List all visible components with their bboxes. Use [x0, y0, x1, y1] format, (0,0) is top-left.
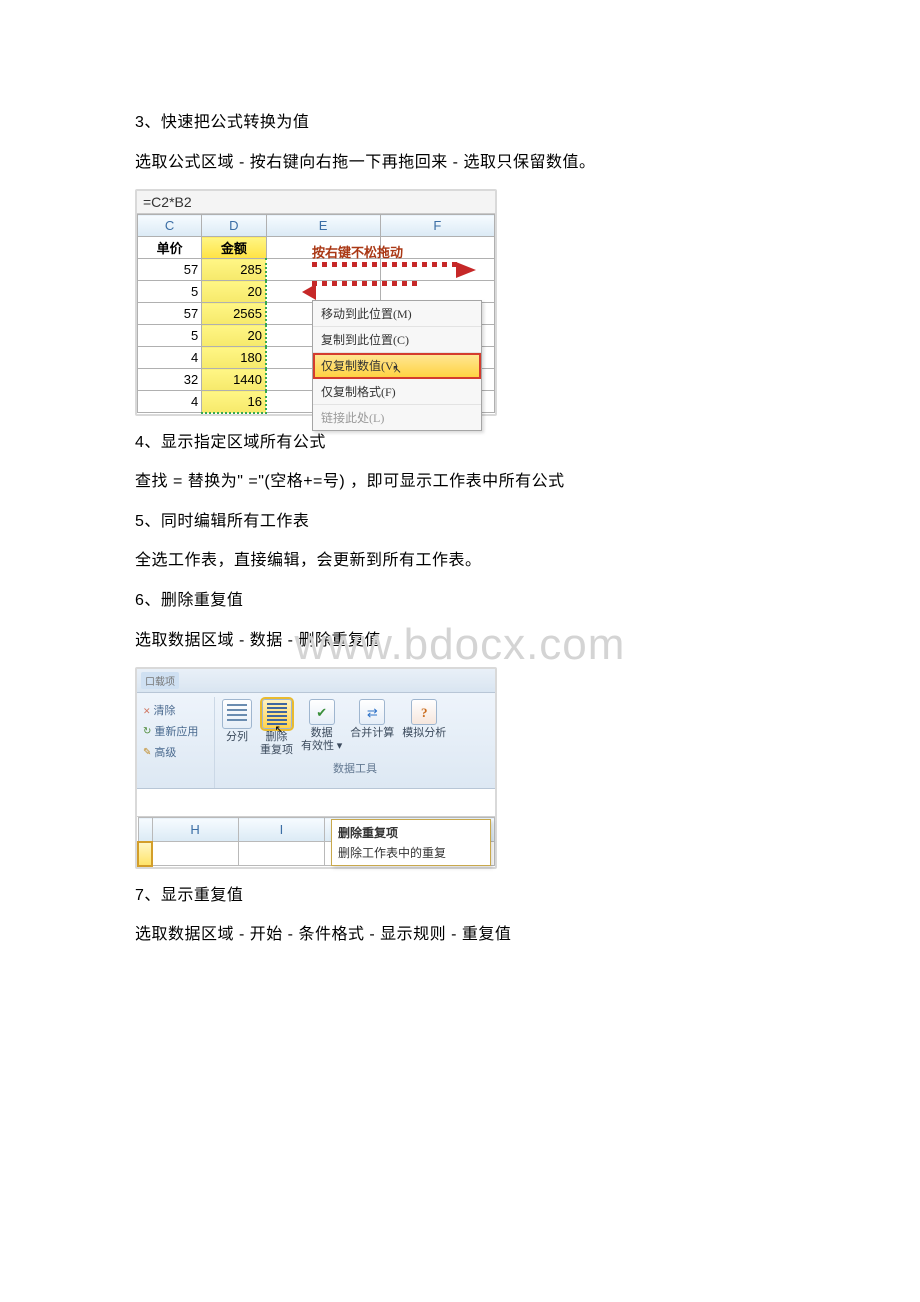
what-if-button[interactable]: 模拟分析: [401, 699, 447, 740]
para-5-body: 全选工作表，直接编辑，会更新到所有工作表。: [135, 548, 785, 574]
menu-copy-format-only[interactable]: 仅复制格式(F): [313, 379, 481, 405]
filter-links: 清除 重新应用 高级: [137, 697, 215, 788]
selected-cell[interactable]: [138, 842, 152, 866]
col-h-header: H: [152, 818, 238, 842]
cursor-icon: ↖: [392, 362, 402, 377]
blank-bar: [137, 789, 495, 817]
remove-duplicates-button[interactable]: ↖ 删除 重复项: [259, 699, 294, 757]
consolidate-button[interactable]: 合并计算: [349, 699, 395, 740]
remove-duplicates-tooltip: 删除重复项 删除工作表中的重复: [331, 819, 491, 866]
para-4-body: 查找 = 替换为" ="(空格+=号) ，即可显示工作表中所有公式: [135, 469, 785, 495]
col-e-header: E: [266, 215, 380, 237]
para-5-title: 5、同时编辑所有工作表: [135, 509, 785, 535]
para-3-body: 选取公式区域 - 按右键向右拖一下再拖回来 - 选取只保留数值。: [135, 150, 785, 176]
col-i-header: I: [238, 818, 324, 842]
para-7-title: 7、显示重复值: [135, 883, 785, 909]
col-letter-row: C D E F: [138, 215, 495, 237]
figure-excel-drag: =C2*B2 C D E F 单价 金额 57285 520 572565 52: [135, 189, 497, 416]
filter-clear[interactable]: 清除: [143, 701, 208, 721]
filter-advanced[interactable]: 高级: [143, 742, 208, 763]
para-6-title: 6、删除重复值: [135, 588, 785, 614]
consolidate-icon: [359, 699, 385, 725]
what-if-icon: [411, 699, 437, 725]
cursor-icon: ↖: [275, 724, 284, 737]
menu-copy-here[interactable]: 复制到此位置(C): [313, 327, 481, 353]
ribbon-tab-strip: 口载项: [137, 669, 495, 693]
context-menu: 移动到此位置(M) 复制到此位置(C) 仅复制数值(V) ↖ 仅复制格式(F) …: [312, 300, 482, 431]
data-validation-button[interactable]: 数据 有效性 ▾: [300, 699, 343, 753]
reapply-icon: [143, 721, 151, 742]
text-to-columns-button[interactable]: 分列: [221, 699, 253, 744]
data-tools-group: 分列 ↖ 删除 重复项 数据 有效性 ▾: [215, 697, 495, 788]
addin-badge: 口载项: [141, 672, 179, 689]
menu-move-here[interactable]: 移动到此位置(M): [313, 301, 481, 327]
document-body: 3、快速把公式转换为值 选取公式区域 - 按右键向右拖一下再拖回来 - 选取只保…: [0, 0, 920, 948]
ribbon-body: 清除 重新应用 高级 分列 ↖ 删除 重复项: [137, 693, 495, 789]
drag-hint-label: 按右键不松拖动: [312, 242, 403, 261]
para-3-title: 3、快速把公式转换为值: [135, 110, 785, 136]
remove-duplicates-icon: ↖: [262, 699, 292, 729]
clear-icon: [143, 701, 151, 721]
menu-link-here[interactable]: 链接此处(L): [313, 405, 481, 430]
tooltip-desc: 删除工作表中的重复: [338, 844, 484, 861]
figure-ribbon-data-tools: 口载项 清除 重新应用 高级 分列 ↖ 删除: [135, 667, 497, 869]
hdr-price: 单价: [138, 237, 202, 259]
para-6-body: 选取数据区域 - 数据 - 删除重复值: [135, 628, 785, 654]
col-f-header: F: [380, 215, 494, 237]
para-7-body: 选取数据区域 - 开始 - 条件格式 - 显示规则 - 重复值: [135, 922, 785, 948]
para-4-title: 4、显示指定区域所有公式: [135, 430, 785, 456]
col-c-header: C: [138, 215, 202, 237]
col-d-header: D: [202, 215, 266, 237]
advanced-icon: [143, 742, 151, 763]
sheet-area: H I 删除重复项 删除工作表中的重复: [137, 817, 495, 867]
formula-bar: =C2*B2: [137, 191, 495, 214]
text-to-columns-icon: [222, 699, 252, 729]
menu-copy-values-only[interactable]: 仅复制数值(V) ↖: [313, 353, 481, 379]
tooltip-title: 删除重复项: [338, 824, 484, 841]
filter-reapply[interactable]: 重新应用: [143, 721, 208, 742]
group-label: 数据工具: [215, 757, 495, 779]
hdr-amount: 金额: [202, 237, 266, 259]
data-validation-icon: [309, 699, 335, 725]
